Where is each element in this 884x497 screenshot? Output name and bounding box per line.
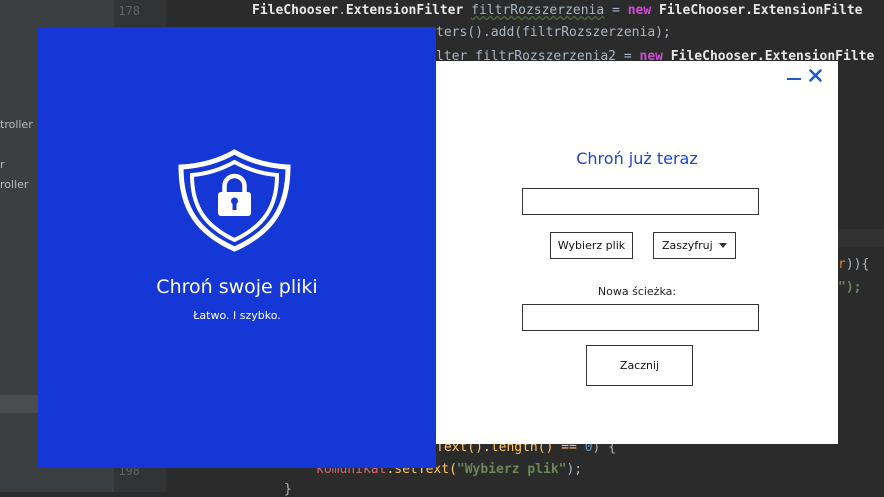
code-fragment: ");	[838, 280, 861, 295]
encrypt-form-panel: Chroń już teraz Wybierz plik Zaszyfruj N…	[436, 61, 838, 444]
mode-select[interactable]: Zaszyfruj	[653, 232, 736, 259]
promo-subtitle: Łatwo. I szybko.	[193, 309, 281, 322]
minimize-icon[interactable]	[787, 68, 801, 82]
promo-title: Chroń swoje pliki	[156, 276, 318, 298]
sidebar-item[interactable]: r	[0, 158, 5, 171]
sidebar-item[interactable]: troller	[0, 118, 33, 131]
new-path-label: Nowa ścieżka:	[597, 285, 677, 298]
line-number: 178	[118, 4, 140, 18]
code-token: filtrRozszerzenia	[471, 3, 605, 18]
close-icon[interactable]	[809, 69, 822, 82]
code-line[interactable]: FileChooser.ExtensionFilter filtrRozszer…	[252, 3, 863, 18]
code-token: }	[284, 482, 292, 497]
chevron-down-icon	[719, 243, 727, 248]
code-line[interactable]: }	[284, 482, 292, 497]
code-token: ExtensionFilter	[345, 3, 464, 18]
code-token: =	[604, 3, 628, 18]
code-token: new	[627, 3, 652, 18]
code-token: FileChooser	[252, 3, 339, 18]
form-title: Chroń już teraz	[576, 149, 698, 168]
shield-lock-icon	[178, 149, 291, 252]
code-fragment: r)){	[838, 257, 869, 272]
code-token: r	[838, 257, 846, 272]
code-token: ters().add(filtrRozszerzenia);	[436, 25, 671, 40]
code-token: "Wybierz plik"	[456, 462, 567, 477]
file-path-input[interactable]	[522, 188, 759, 215]
code-token: )){	[845, 257, 870, 272]
mode-select-value: Zaszyfruj	[662, 239, 713, 252]
code-token: .	[338, 3, 346, 18]
sidebar-item[interactable]: roller	[0, 178, 28, 191]
code-token: ");	[838, 280, 862, 295]
choose-file-button[interactable]: Wybierz plik	[550, 232, 633, 259]
code-token: FileChooser.ExtensionFilte	[651, 3, 863, 18]
code-token: );	[566, 462, 583, 477]
new-path-input[interactable]	[522, 304, 759, 331]
code-line[interactable]: ters().add(filtrRozszerzenia);	[436, 25, 671, 40]
start-button[interactable]: Zacznij	[586, 345, 693, 386]
